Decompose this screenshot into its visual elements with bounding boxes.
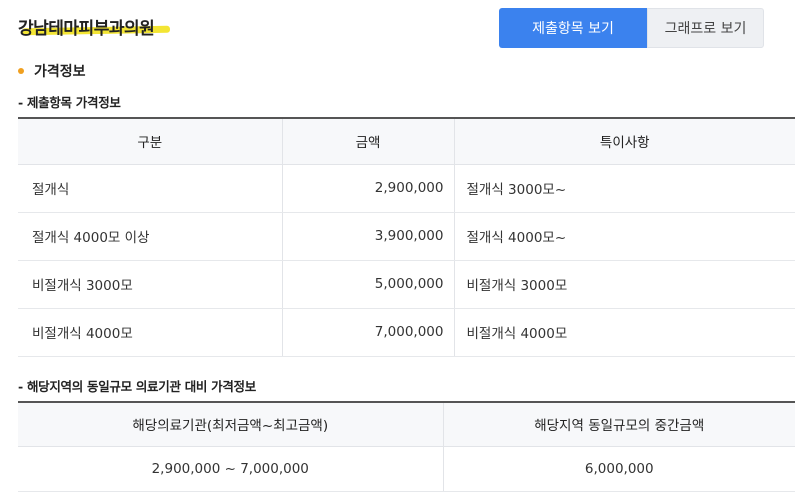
section-title: 가격정보	[18, 61, 86, 81]
cell-category: 절개식	[18, 164, 283, 213]
cell-category: 절개식 4000모 이상	[18, 212, 283, 261]
table-row: 비절개식 4000모 7,000,000 비절개식 4000모	[18, 308, 795, 357]
cell-notes: 절개식 3000모~	[454, 164, 795, 213]
table-header-row: 해당의료기관(최저금액~최고금액) 해당지역 동일규모의 중간금액	[18, 402, 795, 447]
price-table: 구분 금액 특이사항 절개식 2,900,000 절개식 3000모~ 절개식 …	[18, 117, 795, 357]
column-header-amount: 금액	[282, 118, 455, 165]
column-header-category: 구분	[18, 118, 283, 165]
cell-category: 비절개식 4000모	[18, 308, 283, 357]
column-header-notes: 특이사항	[454, 118, 795, 165]
cell-notes: 비절개식 3000모	[454, 260, 795, 309]
table-row: 절개식 2,900,000 절개식 3000모~	[18, 164, 795, 213]
cell-amount: 7,000,000	[282, 308, 455, 357]
compare-table-subtitle: - 해당지역의 동일규모 의료기관 대비 가격정보	[18, 379, 256, 394]
page-header: 강남테마피부과의원 제출항목 보기 그래프로 보기	[0, 0, 800, 56]
cell-regional-median: 6,000,000	[443, 446, 795, 492]
cell-amount: 5,000,000	[282, 260, 455, 309]
tab-submitted-items[interactable]: 제출항목 보기	[499, 8, 647, 48]
column-header-regional-median: 해당지역 동일규모의 중간금액	[443, 402, 795, 447]
cell-notes: 절개식 4000모~	[454, 212, 795, 261]
tab-graph-view[interactable]: 그래프로 보기	[647, 8, 764, 48]
view-tabs: 제출항목 보기 그래프로 보기	[499, 8, 764, 48]
section-title-text: 가격정보	[34, 64, 86, 80]
compare-table: 해당의료기관(최저금액~최고금액) 해당지역 동일규모의 중간금액 2,900,…	[18, 401, 795, 492]
cell-clinic-range: 2,900,000 ~ 7,000,000	[18, 446, 444, 492]
column-header-clinic-range: 해당의료기관(최저금액~최고금액)	[18, 402, 444, 447]
cell-amount: 2,900,000	[282, 164, 455, 213]
table-row: 비절개식 3000모 5,000,000 비절개식 3000모	[18, 260, 795, 309]
price-table-subtitle: - 제출항목 가격정보	[18, 95, 121, 110]
cell-notes: 비절개식 4000모	[454, 308, 795, 357]
cell-amount: 3,900,000	[282, 212, 455, 261]
clinic-name: 강남테마피부과의원	[18, 19, 155, 39]
table-row: 절개식 4000모 이상 3,900,000 절개식 4000모~	[18, 212, 795, 261]
table-row: 2,900,000 ~ 7,000,000 6,000,000	[18, 446, 795, 492]
table-header-row: 구분 금액 특이사항	[18, 118, 795, 165]
cell-category: 비절개식 3000모	[18, 260, 283, 309]
bullet-icon	[18, 68, 24, 74]
